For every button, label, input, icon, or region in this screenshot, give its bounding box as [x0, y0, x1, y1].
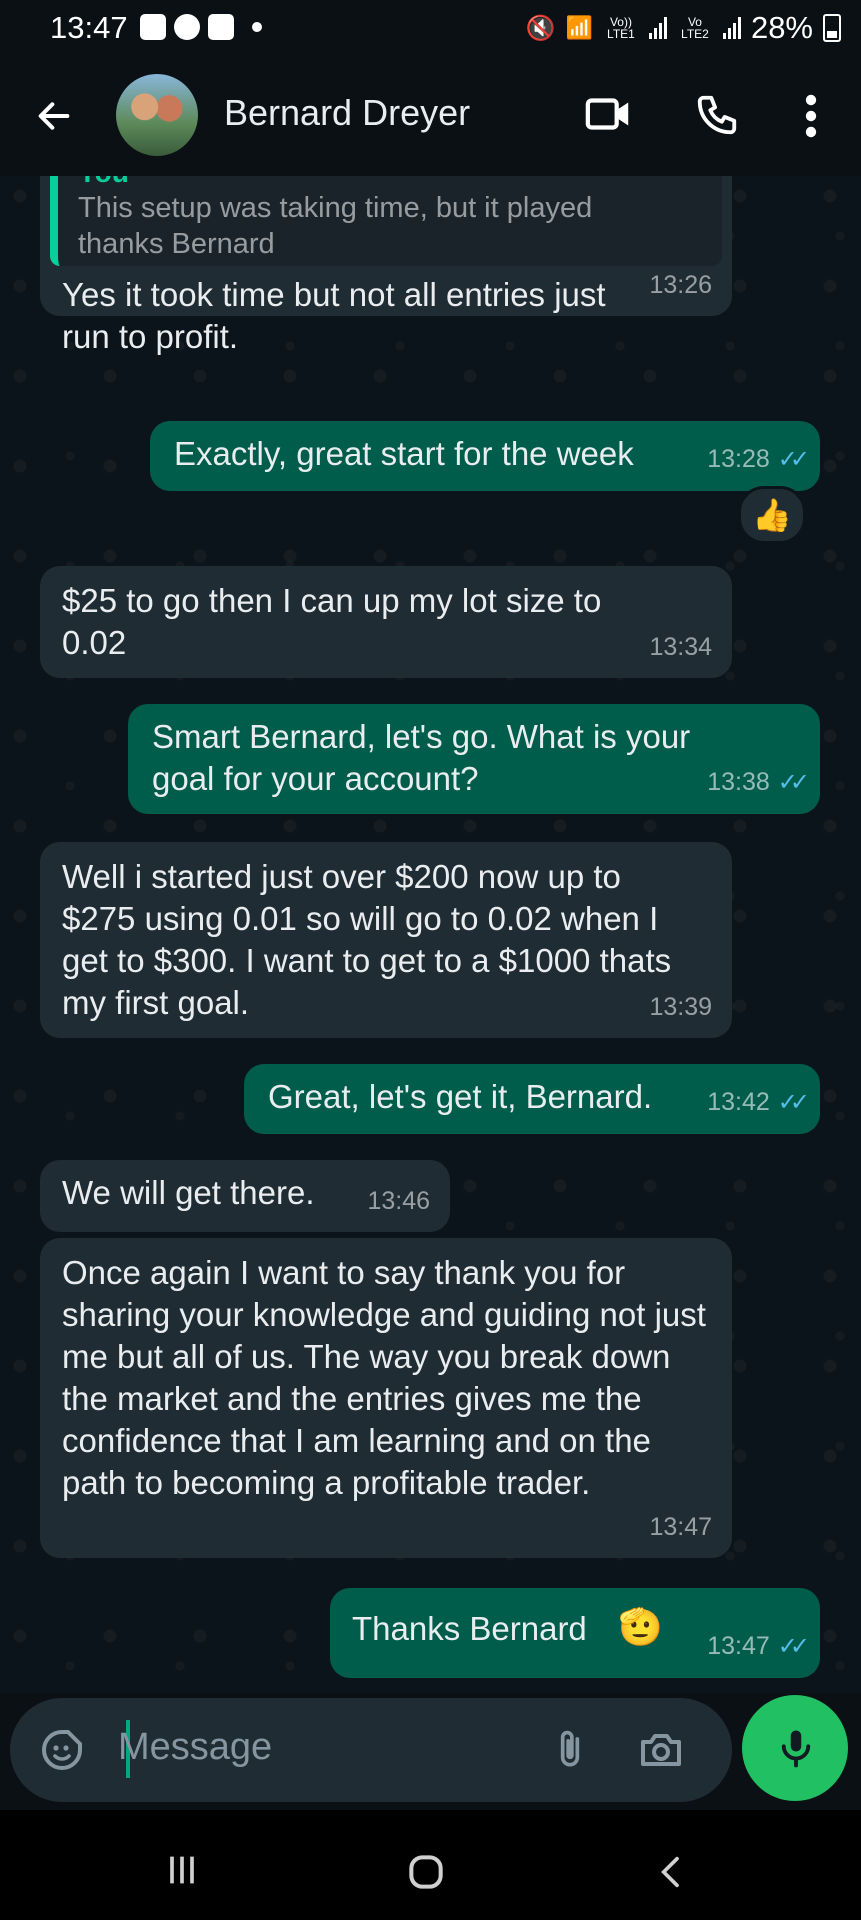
microphone-button[interactable] [742, 1695, 848, 1801]
lte1-label: Vo)) LTE1 [607, 15, 635, 41]
message-incoming[interactable]: We will get there. 13:46 [40, 1160, 450, 1232]
message-time: 13:34 [649, 633, 712, 661]
message-meta: 13:38 ✓✓ [707, 761, 810, 804]
message-text: Well i started just over $200 now up to … [62, 858, 672, 1021]
message-time: 13:28 [707, 445, 770, 473]
status-time: 13:47 [50, 10, 128, 45]
message-incoming[interactable]: Once again I want to say thank you for s… [40, 1238, 732, 1558]
reaction-thumbs-up[interactable]: 👍 [738, 486, 806, 544]
message-text: Great, let's get it, Bernard. [268, 1078, 653, 1115]
message-input[interactable]: Message [118, 1726, 272, 1769]
read-receipt-icon: ✓✓ [777, 1089, 810, 1116]
camera-icon[interactable] [636, 1726, 686, 1774]
message-outgoing[interactable]: Thanks Bernard 🫡 13:47 ✓✓ [330, 1588, 820, 1678]
message-incoming[interactable]: You This setup was taking time, but it p… [40, 176, 732, 355]
home-icon[interactable] [404, 1850, 448, 1894]
message-text: Exactly, great start for the week [174, 435, 634, 472]
phone-icon[interactable] [694, 92, 740, 138]
saluting-face-emoji: 🫡 [618, 1606, 663, 1647]
message-outgoing[interactable]: Great, let's get it, Bernard. 13:42 ✓✓ [244, 1064, 820, 1134]
message-text: Once again I want to say thank you for s… [62, 1254, 706, 1501]
lte2-label: Vo LTE2 [681, 15, 709, 41]
message-text: We will get there. [62, 1174, 315, 1211]
app-notification-icon [208, 14, 234, 40]
message-meta: 13:47 ✓✓ [707, 1625, 810, 1668]
microphone-icon [781, 1730, 811, 1768]
chat-messages[interactable]: You This setup was taking time, but it p… [0, 176, 861, 1694]
message-composer[interactable]: Message [10, 1698, 732, 1802]
more-vertical-icon[interactable] [796, 92, 826, 140]
signal-1-icon [648, 17, 667, 39]
system-nav-bar [0, 1810, 861, 1920]
message-time: 13:47 [707, 1632, 770, 1660]
quoted-text: This setup was taking time, but it playe… [78, 192, 593, 260]
message-outgoing[interactable]: Exactly, great start for the week 13:28 ✓… [150, 421, 820, 491]
status-right: 🔇 📶 Vo)) LTE1 Vo LTE2 28% [526, 10, 841, 46]
status-bar: 13:47 🔇 📶 Vo)) LTE1 Vo LTE2 28% [0, 0, 861, 56]
message-outgoing[interactable]: Smart Bernard, let's go. What is your go… [128, 704, 820, 814]
message-time: 13:26 [649, 271, 712, 299]
more-notifications-dot-icon [252, 22, 262, 32]
message-incoming[interactable]: Well i started just over $200 now up to … [40, 842, 732, 1038]
message-time: 13:39 [649, 993, 712, 1021]
read-receipt-icon: ✓✓ [777, 769, 810, 796]
battery-icon [823, 14, 841, 42]
message-time: 13:46 [367, 1187, 430, 1215]
avatar[interactable] [116, 74, 198, 156]
video-camera-icon[interactable] [584, 92, 634, 136]
message-text: Yes it took time but not all entries jus… [62, 276, 606, 355]
quoted-message[interactable]: You This setup was taking time, but it p… [50, 176, 722, 266]
battery-label: 28% [750, 10, 813, 45]
recent-apps-icon[interactable] [160, 1850, 204, 1890]
sticker-icon[interactable] [38, 1726, 86, 1774]
back-nav-icon[interactable] [652, 1850, 692, 1894]
gallery-notification-icon [140, 14, 166, 40]
notification-icons [140, 14, 262, 40]
contact-name[interactable]: Bernard Dreyer [224, 92, 470, 134]
message-text: Smart Bernard, let's go. What is your go… [152, 718, 691, 797]
message-time: 13:47 [649, 1513, 712, 1541]
wifi-icon: 📶 [565, 15, 593, 40]
message-meta: 13:42 ✓✓ [707, 1081, 810, 1124]
message-text: Thanks Bernard [352, 1610, 587, 1647]
message-time: 13:42 [707, 1088, 770, 1116]
message-text: $25 to go then I can up my lot size to 0… [62, 582, 602, 661]
paperclip-icon[interactable] [548, 1726, 592, 1774]
mute-icon: 🔇 [525, 14, 556, 42]
whatsapp-notification-icon [174, 14, 200, 40]
read-receipt-icon: ✓✓ [777, 1633, 810, 1660]
message-incoming[interactable]: $25 to go then I can up my lot size to 0… [40, 566, 732, 678]
message-time: 13:38 [707, 768, 770, 796]
signal-2-icon [722, 17, 741, 39]
arrow-left-icon[interactable] [32, 96, 76, 136]
chat-header: Bernard Dreyer [0, 56, 861, 176]
message-meta: 13:28 ✓✓ [707, 438, 810, 481]
read-receipt-icon: ✓✓ [777, 446, 810, 473]
